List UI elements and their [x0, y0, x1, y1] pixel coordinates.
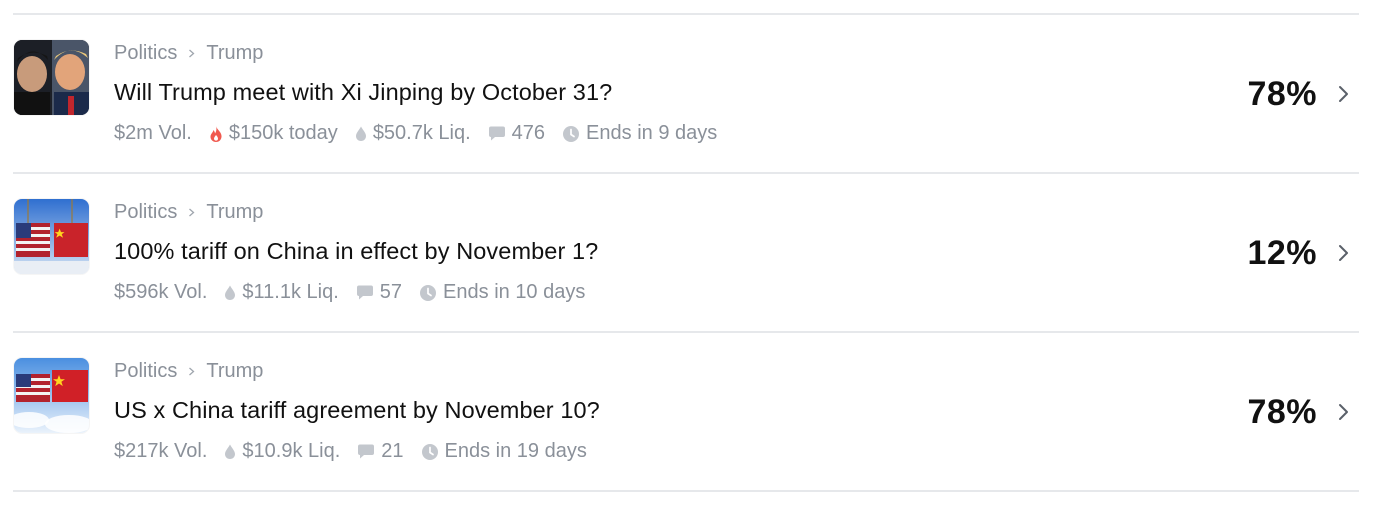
market-title[interactable]: Will Trump meet with Xi Jinping by Octob… — [114, 79, 1219, 106]
market-meta: $596k Vol. $11.1k Liq. 57 Ends in 10 day… — [114, 281, 1219, 304]
breadcrumb: Politics Trump — [114, 40, 1219, 66]
liquidity-stat: $11.1k Liq. — [224, 281, 339, 304]
breadcrumb: Politics Trump — [114, 199, 1219, 225]
ends-text: Ends in 10 days — [443, 281, 586, 303]
market-image[interactable] — [14, 358, 89, 433]
chevron-right-icon — [187, 367, 196, 376]
clock-icon — [563, 125, 580, 142]
probability: 12% — [1247, 234, 1317, 272]
liquidity-text: $50.7k Liq. — [372, 122, 471, 144]
clock-icon — [420, 284, 437, 301]
volume-text: $2m Vol. — [114, 122, 192, 144]
ends-stat: Ends in 10 days — [419, 281, 585, 304]
comments-count: 21 — [381, 440, 404, 462]
comment-icon — [488, 126, 505, 141]
droplet-icon — [225, 285, 236, 300]
market-title[interactable]: 100% tariff on China in effect by Novemb… — [114, 238, 1219, 265]
today-stat: $150k today — [209, 122, 338, 145]
category-link[interactable]: Politics — [114, 42, 177, 65]
comments-stat[interactable]: 21 — [357, 440, 404, 463]
breadcrumb: Politics Trump — [114, 358, 1219, 384]
chevron-right-icon[interactable] — [1336, 82, 1352, 106]
volume-stat: $217k Vol. — [114, 440, 207, 463]
today-text: $150k today — [228, 122, 338, 144]
market-title[interactable]: US x China tariff agreement by November … — [114, 397, 1219, 424]
category-link[interactable]: Politics — [114, 201, 177, 224]
market-row[interactable]: Politics Trump 100% tariff on China in e… — [13, 174, 1359, 333]
fire-icon — [210, 125, 222, 142]
liquidity-stat: $10.9k Liq. — [224, 440, 340, 463]
market-meta: $2m Vol. $150k today $50.7k Liq. 476 End… — [114, 122, 1219, 145]
volume-text: $217k Vol. — [114, 440, 208, 462]
market-image[interactable] — [14, 199, 89, 274]
subcategory-link[interactable]: Trump — [206, 201, 263, 224]
droplet-icon — [225, 444, 236, 459]
ends-stat: Ends in 9 days — [562, 122, 717, 145]
ends-text: Ends in 19 days — [444, 440, 587, 462]
liquidity-text: $11.1k Liq. — [242, 281, 339, 303]
volume-text: $596k Vol. — [114, 281, 208, 303]
comments-count: 57 — [379, 281, 403, 303]
chevron-right-icon — [187, 49, 196, 58]
chevron-right-icon — [187, 208, 196, 217]
probability: 78% — [1247, 393, 1317, 431]
subcategory-link[interactable]: Trump — [206, 360, 263, 383]
ends-text: Ends in 9 days — [586, 122, 718, 144]
liquidity-stat: $50.7k Liq. — [355, 122, 471, 145]
market-row[interactable]: Politics Trump US x China tariff agreeme… — [13, 333, 1359, 492]
volume-stat: $2m Vol. — [114, 122, 192, 145]
comments-count: 476 — [511, 122, 546, 144]
market-image[interactable] — [14, 40, 89, 115]
probability: 78% — [1247, 75, 1317, 113]
subcategory-link[interactable]: Trump — [206, 42, 263, 65]
comment-icon — [358, 444, 375, 459]
market-list: Politics Trump Will Trump meet with Xi J… — [13, 13, 1359, 492]
clock-icon — [421, 443, 438, 460]
market-meta: $217k Vol. $10.9k Liq. 21 Ends in 19 day… — [114, 440, 1219, 463]
liquidity-text: $10.9k Liq. — [242, 440, 341, 462]
ends-stat: Ends in 19 days — [421, 440, 587, 463]
comments-stat[interactable]: 476 — [488, 122, 545, 145]
market-row[interactable]: Politics Trump Will Trump meet with Xi J… — [13, 15, 1359, 174]
chevron-right-icon[interactable] — [1336, 241, 1352, 265]
volume-stat: $596k Vol. — [114, 281, 207, 304]
chevron-right-icon[interactable] — [1336, 400, 1352, 424]
category-link[interactable]: Politics — [114, 360, 177, 383]
comments-stat[interactable]: 57 — [356, 281, 402, 304]
droplet-icon — [355, 126, 366, 141]
comment-icon — [356, 285, 373, 300]
